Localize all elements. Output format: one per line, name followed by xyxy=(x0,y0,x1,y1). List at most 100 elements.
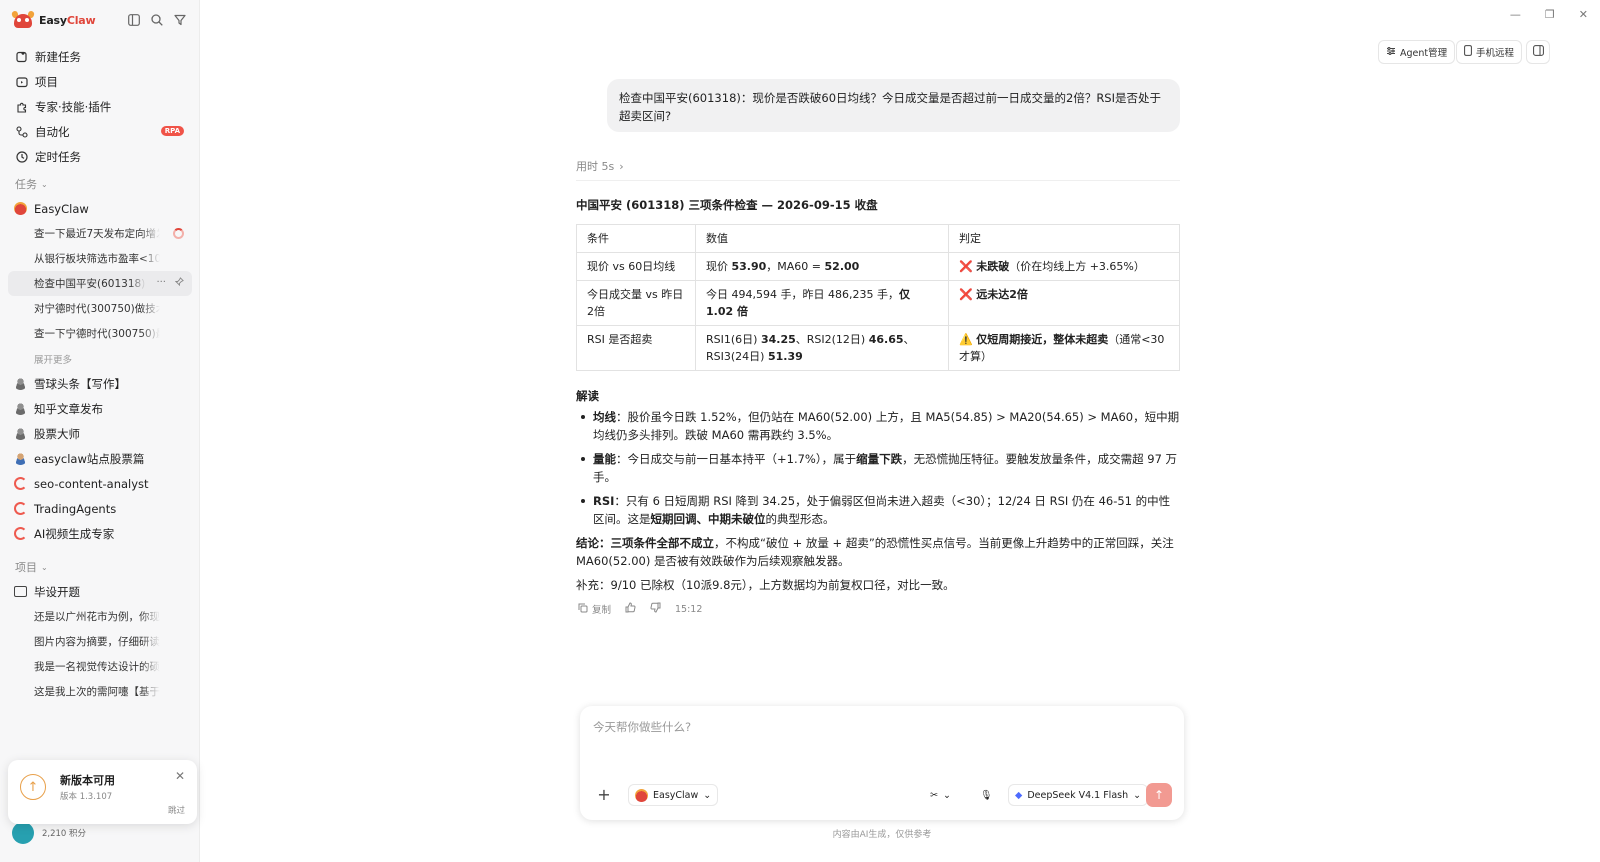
phone-remote-label: 手机远程 xyxy=(1476,48,1515,59)
agent-item[interactable]: easyclaw站点股票篇 xyxy=(8,446,192,471)
search-icon[interactable] xyxy=(149,12,164,27)
project-item[interactable]: 我是一名视觉传达设计的硕士研究生 xyxy=(8,654,192,679)
pin-icon[interactable] xyxy=(174,277,184,289)
model-selector[interactable]: ◆ DeepSeek V4.1 Flash ⌄ xyxy=(1008,784,1149,806)
thumbs-down-icon[interactable] xyxy=(650,602,661,616)
nav-scheduled[interactable]: 定时任务 xyxy=(8,144,192,169)
copy-button[interactable]: 复制 xyxy=(578,602,611,616)
minimize-icon[interactable]: — xyxy=(1510,8,1521,21)
agent-label: 股票大师 xyxy=(34,426,80,441)
agent-avatar-icon xyxy=(14,377,27,390)
agent-item[interactable]: TradingAgents xyxy=(8,496,192,521)
project-folder[interactable]: 毕设开题 xyxy=(8,579,192,604)
table-cell-value: 现价 53.90，MA60 = 52.00 xyxy=(695,252,949,281)
automation-icon xyxy=(15,125,28,138)
list-item: 量能：今日成交与前一日基本持平（+1.7%），属于缩量下跌，无恐慌抛压特征。要触… xyxy=(576,450,1180,486)
project-item[interactable]: 这是我上次的需阿嚏【基于皮尔斯 xyxy=(8,679,192,704)
conditions-table: 条件 数值 判定 现价 vs 60日均线 现价 53.90，MA60 = 52.… xyxy=(576,224,1180,371)
sidebar: EasyClaw 新建任务 项目 专家·技能·插件 自动化 RPA 定时任务 任 xyxy=(0,0,200,862)
easyclaw-avatar-icon xyxy=(14,202,27,215)
projects-section-label[interactable]: 项目 ⌄ xyxy=(15,559,48,575)
value-bold: 53.90 xyxy=(731,260,767,273)
agent-item[interactable]: 知乎文章发布 xyxy=(8,396,192,421)
sidebar-top-icons xyxy=(126,12,187,27)
new-task-icon xyxy=(15,50,28,63)
list-item: RSI：只有 6 日短周期 RSI 降到 34.25，处于偏弱区但尚未进入超卖（… xyxy=(576,492,1180,528)
close-icon[interactable]: ✕ xyxy=(175,769,185,783)
agent-swirl-icon xyxy=(14,477,27,490)
phone-remote-button[interactable]: 手机远程 xyxy=(1456,40,1523,64)
main-nav: 新建任务 项目 专家·技能·插件 自动化 RPA 定时任务 xyxy=(8,44,192,169)
microphone-icon[interactable]: 🎙 xyxy=(974,784,998,806)
chevron-down-icon: ⌄ xyxy=(1133,789,1142,801)
project-item[interactable]: 图片内容为摘要，仔细研读，仿照 xyxy=(8,629,192,654)
value-text: ，MA60 = xyxy=(766,260,825,273)
bullet-key: 量能 xyxy=(593,452,616,466)
chat-input[interactable]: 今天帮你做些什么? xyxy=(593,719,691,735)
restore-icon[interactable]: ❐ xyxy=(1545,8,1555,21)
brand[interactable]: EasyClaw xyxy=(10,10,96,30)
table-header-row: 条件 数值 判定 xyxy=(576,224,1180,253)
table-cell-condition: RSI 是否超卖 xyxy=(576,325,696,371)
agent-item[interactable]: 股票大师 xyxy=(8,421,192,446)
chevron-down-icon: ⌄ xyxy=(41,179,48,189)
table-cell-condition: 今日成交量 vs 昨日2倍 xyxy=(576,280,696,326)
task-item[interactable]: 查一下最近7天发布定向增发公告的公司 xyxy=(8,221,192,246)
filter-icon[interactable] xyxy=(172,12,187,27)
table-header: 数值 xyxy=(695,224,949,253)
tools-selector[interactable]: ✂ ⌄ xyxy=(924,784,957,806)
task-item[interactable]: 从银行板块筛选市盈率<10、近2年 xyxy=(8,246,192,271)
close-window-icon[interactable]: ✕ xyxy=(1579,8,1588,21)
loading-spinner-icon xyxy=(173,228,184,239)
agent-swirl-icon xyxy=(14,502,27,515)
table-cell-verdict: ❌ 远未达2倍 xyxy=(948,280,1180,326)
task-item-label: 查一下宁德时代(300750)最近20个交易日 xyxy=(34,328,160,340)
elapsed-toggle[interactable]: 用时 5s › xyxy=(576,158,624,174)
nav-projects[interactable]: 项目 xyxy=(8,69,192,94)
agent-label: easyclaw站点股票篇 xyxy=(34,451,145,466)
agent-label: 知乎文章发布 xyxy=(34,401,103,416)
table-cell-value: 今日 494,594 手，昨日 486,235 手，仅 1.02 倍 xyxy=(695,280,949,326)
verdict-bold: 仅短周期接近，整体未超卖 xyxy=(976,333,1109,346)
agent-item[interactable]: 雪球头条【写作】 xyxy=(8,371,192,396)
agent-avatar-icon xyxy=(14,402,27,415)
nav-label: 专家·技能·插件 xyxy=(35,99,112,114)
panel-toggle-button[interactable] xyxy=(1526,40,1550,64)
send-button[interactable]: ↑ xyxy=(1146,783,1172,807)
table-row: RSI 是否超卖 RSI1(6日) 34.25、RSI2(12日) 46.65、… xyxy=(576,325,1180,371)
nav-experts[interactable]: 专家·技能·插件 xyxy=(8,94,192,119)
copy-label: 复制 xyxy=(592,605,612,616)
show-more-link[interactable]: 展开更多 xyxy=(8,346,192,371)
bullet-bold: 缩量下跌 xyxy=(856,452,903,466)
task-item[interactable]: 查一下宁德时代(300750)最近20个交易日 xyxy=(8,321,192,346)
agent-manage-label: Agent管理 xyxy=(1400,48,1448,59)
agent-label: 雪球头条【写作】 xyxy=(34,376,126,391)
task-group-easyclaw[interactable]: EasyClaw xyxy=(8,196,192,221)
project-item[interactable]: 还是以广州花市为例，你现在要做 xyxy=(8,604,192,629)
nav-label: 项目 xyxy=(35,74,58,89)
task-item[interactable]: 对宁德时代(300750)做技术分析 xyxy=(8,296,192,321)
user-avatar[interactable] xyxy=(12,822,34,844)
bullet-text: ：股价虽今日跌 1.52%，但仍站在 MA60(52.00) 上方，且 MA5(… xyxy=(593,410,1180,442)
sidebar-toggle-icon[interactable] xyxy=(126,12,141,27)
update-version: 版本 1.3.107 xyxy=(60,792,113,802)
table-cell-value: RSI1(6日) 34.25、RSI2(12日) 46.65、RSI3(24日)… xyxy=(695,325,949,371)
add-attachment-icon[interactable]: + xyxy=(593,783,615,805)
agent-selector[interactable]: EasyClaw ⌄ xyxy=(628,784,719,806)
more-icon[interactable]: ··· xyxy=(156,277,166,289)
verdict-bold: 未跌破 xyxy=(976,260,1010,273)
agent-avatar-icon xyxy=(14,427,27,440)
bullet-key: 均线 xyxy=(593,410,616,424)
nav-automation[interactable]: 自动化 RPA xyxy=(8,119,192,144)
verdict-text: （价在均线上方 +3.65%） xyxy=(1009,260,1145,273)
task-item-active[interactable]: 检查中国平安(601318)：现价是否 ··· xyxy=(8,271,192,296)
task-item-label: 对宁德时代(300750)做技术分析 xyxy=(34,303,160,315)
agent-item[interactable]: AI视频生成专家 xyxy=(8,521,192,546)
nav-new-task[interactable]: 新建任务 xyxy=(8,44,192,69)
tools-icon: ✂ xyxy=(930,789,938,801)
tasks-section-label[interactable]: 任务 ⌄ xyxy=(15,176,48,192)
skip-button[interactable]: 跳过 xyxy=(168,804,185,816)
agent-item[interactable]: seo-content-analyst xyxy=(8,471,192,496)
thumbs-up-icon[interactable] xyxy=(625,602,636,616)
agent-manage-button[interactable]: Agent管理 xyxy=(1378,40,1456,64)
